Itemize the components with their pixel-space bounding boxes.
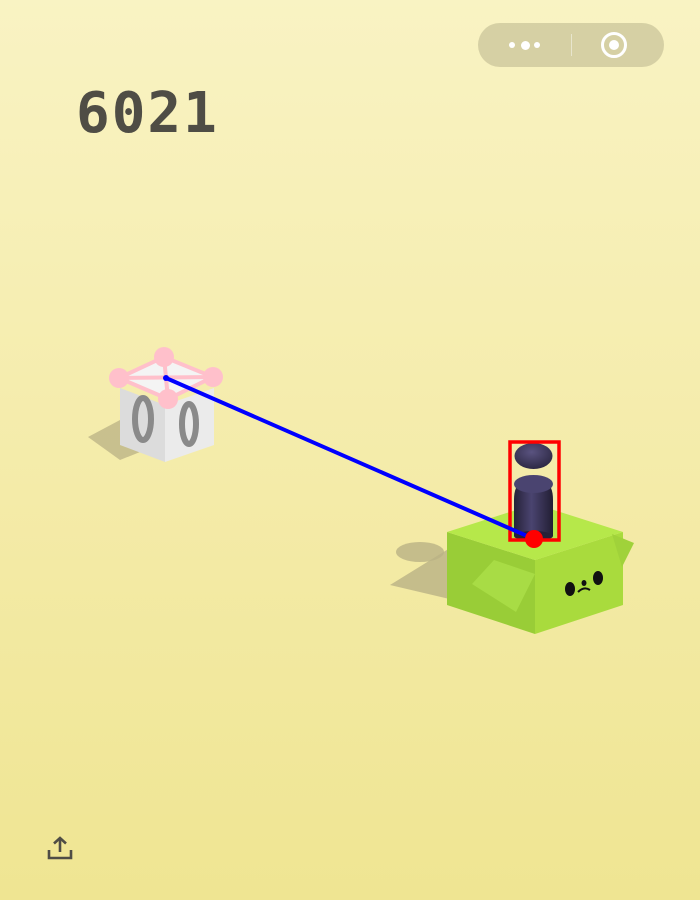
game-scene [88, 347, 634, 634]
player-piece [514, 443, 553, 541]
share-button[interactable] [44, 833, 76, 865]
aim-line-target-end [163, 375, 169, 381]
player-piece-head [514, 443, 553, 469]
target-block [88, 357, 214, 462]
current-block [390, 504, 634, 634]
player-anchor-dot [525, 530, 543, 548]
aim-line [165, 376, 535, 541]
share-upload-icon [47, 836, 73, 860]
